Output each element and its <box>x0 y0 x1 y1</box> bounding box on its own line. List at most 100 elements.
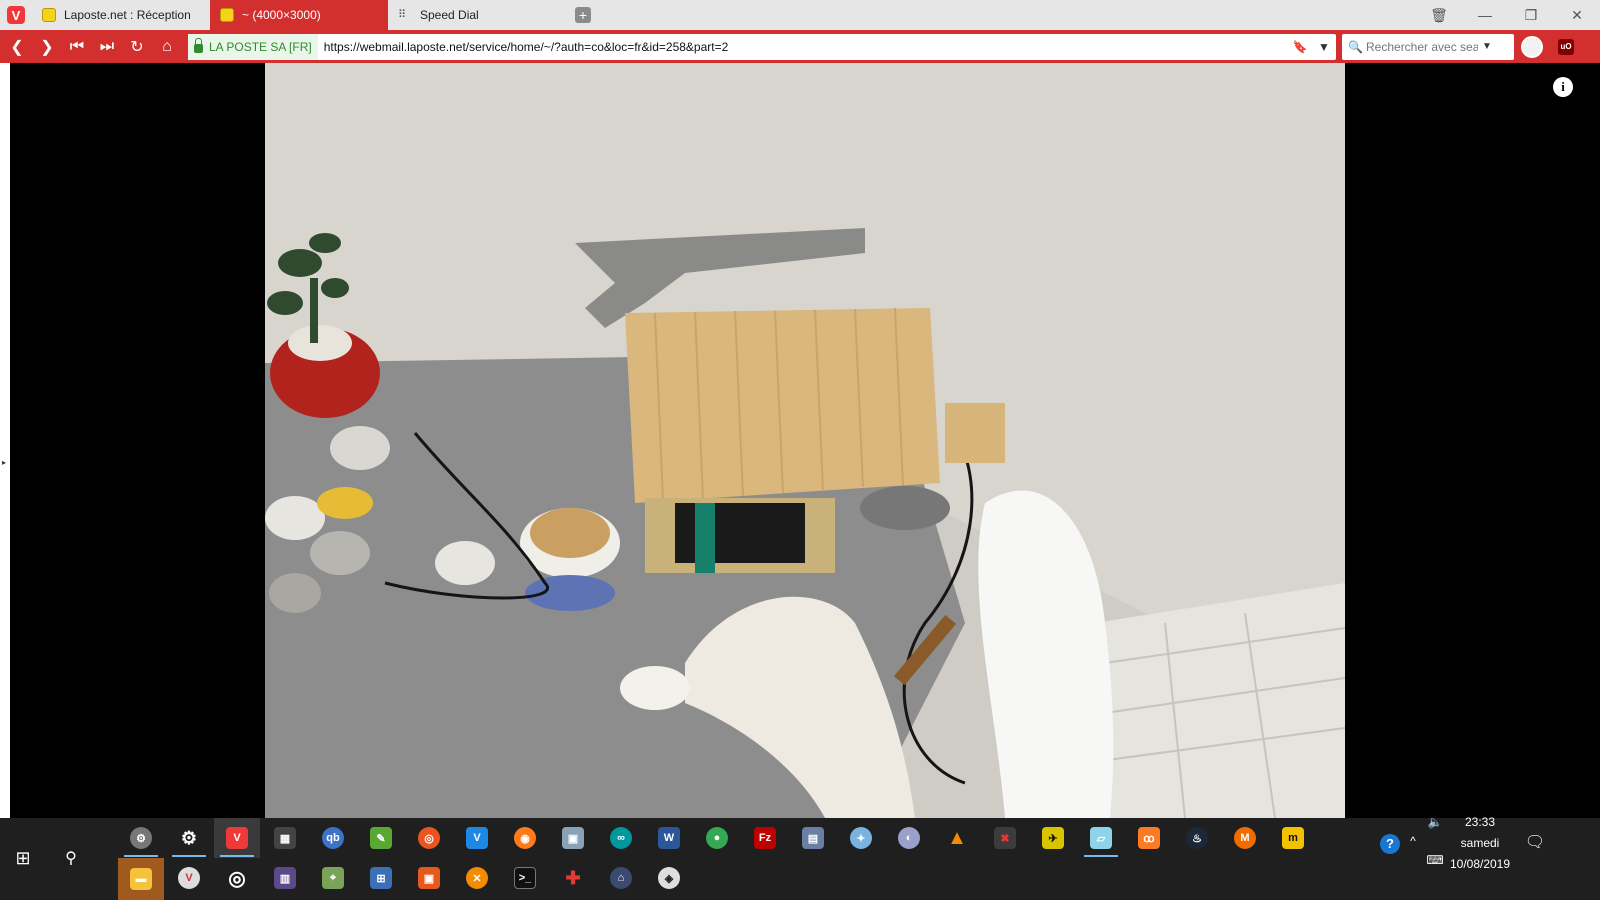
clock-time[interactable]: 23:33 <box>1452 815 1508 829</box>
taskbar-app-gamepad[interactable]: ✚ <box>550 858 596 898</box>
reload-button[interactable]: ↻ <box>122 30 152 63</box>
taskbar-app-x-game[interactable]: ✕ <box>454 858 500 898</box>
books-icon: ▥ <box>274 867 296 889</box>
info-button[interactable]: i <box>1553 77 1573 97</box>
tab-image[interactable]: ~ (4000×3000) <box>210 0 388 30</box>
fast-forward-button[interactable]: ⏭ <box>92 30 122 63</box>
taskbar-app-gear[interactable]: ⚙ <box>166 818 212 858</box>
vivaldi-icon: V <box>7 6 25 24</box>
taskbar-app-ubuntu[interactable]: ◎ <box>406 818 452 858</box>
url-field[interactable]: LA POSTE SA [FR] https://webmail.laposte… <box>188 33 1336 60</box>
taskbar-app-settings[interactable]: ⚙ <box>118 818 164 858</box>
avatar-icon <box>1521 35 1543 58</box>
taskbar-app-paint[interactable]: ✦ <box>838 818 884 858</box>
panel-toggle-icon[interactable]: ▸ <box>2 458 6 467</box>
taskbar-app-notebook[interactable]: ▱ <box>1078 818 1124 858</box>
home-button[interactable]: ⌂ <box>152 30 182 63</box>
chevron-down-icon[interactable]: ▼ <box>1312 40 1336 54</box>
taskbar-app-editor[interactable]: ▤ <box>790 818 836 858</box>
network-tray-icon[interactable]: ⌨ <box>1423 853 1447 867</box>
profile-button[interactable] <box>1514 35 1550 58</box>
search-field[interactable]: 🔍 ▼ <box>1342 33 1514 60</box>
xplane-icon: ✈ <box>1042 827 1064 849</box>
back-button[interactable]: ❮ <box>2 30 32 63</box>
rewind-icon: ⏮ <box>69 37 85 55</box>
unity-icon: ◈ <box>658 867 680 889</box>
taskbar-app-books[interactable]: ▥ <box>262 858 308 898</box>
certificate-badge[interactable]: LA POSTE SA [FR] <box>188 33 318 60</box>
restore-icon: ❐ <box>1524 6 1538 23</box>
taskbar-app-media[interactable]: ▣ <box>406 858 452 898</box>
folder-icon: ▬ <box>130 868 152 890</box>
taskbar-app-target[interactable]: ◎ <box>214 858 260 898</box>
taskbar-app-word[interactable]: W <box>646 818 692 858</box>
vivaldi-menu-button[interactable]: V <box>0 0 32 30</box>
taskbar-app-notepad[interactable]: ✎ <box>358 818 404 858</box>
taskbar-app-firefox[interactable]: ◉ <box>502 818 548 858</box>
laposte-icon <box>42 8 56 22</box>
taskbar-app-filezilla[interactable]: Fz <box>742 818 788 858</box>
taskbar-app-chrome[interactable]: ● <box>694 818 740 858</box>
search-button[interactable]: ⚲ <box>48 838 94 878</box>
help-icon[interactable]: ? <box>1375 832 1405 854</box>
taskbar-app-calculator[interactable]: ▦ <box>262 818 308 858</box>
taskbar-app-qbittorrent[interactable]: qb <box>310 818 356 858</box>
taskbar-app-vscode[interactable]: V <box>454 818 500 858</box>
taskbar-app-explorer[interactable]: ▬ <box>118 858 164 900</box>
taskbar-app-dvd[interactable]: ◐ <box>886 818 932 858</box>
minimize-button[interactable]: — <box>1462 0 1508 30</box>
search-input[interactable] <box>1366 39 1478 54</box>
taskbar-app-xampp[interactable]: ꝏ <box>1126 818 1172 858</box>
new-tab-button[interactable]: + <box>566 0 600 30</box>
search-icon: ⚲ <box>65 850 77 867</box>
taskbar-app-unity[interactable]: ◈ <box>646 858 692 898</box>
taskbar-app-vivaldi[interactable]: V <box>214 818 260 858</box>
taskbar-app-launcher[interactable]: ⌂ <box>598 858 644 898</box>
panel-toggle-strip[interactable] <box>0 63 10 818</box>
notifications-icon[interactable]: 🗨 <box>1520 832 1550 852</box>
xampp-icon: ꝏ <box>1138 827 1160 849</box>
notepad-icon: ✎ <box>370 827 392 849</box>
close-button[interactable]: ✕ <box>1554 0 1600 30</box>
taskbar: ⊞ ⚲ ⚙ ⚙ V ▦ qb ✎ ◎ V ◉ ▣ ∞ W ● Fz ▤ ✦ ◐ … <box>0 815 1600 900</box>
taskbar-app-vivaldi-alt[interactable]: V <box>166 858 212 898</box>
chevron-up-icon[interactable]: ^ <box>1403 834 1423 848</box>
certificate-label: LA POSTE SA [FR] <box>209 39 312 54</box>
taskbar-app-photos[interactable]: ▣ <box>550 818 596 858</box>
steam-icon: ♨ <box>1186 827 1208 849</box>
forward-button[interactable]: ❯ <box>32 30 62 63</box>
taskbar-app-steam[interactable]: ♨ <box>1174 818 1220 858</box>
taskbar-app-network[interactable]: ⊞ <box>358 858 404 898</box>
trash-icon: 🗑 <box>1430 6 1448 23</box>
photos-icon: ▣ <box>562 827 584 849</box>
trash-button[interactable]: 🗑 <box>1416 0 1462 30</box>
taskbar-app-tool-x[interactable]: ✖ <box>982 818 1028 858</box>
paint-icon: ✦ <box>850 827 872 849</box>
taskbar-app-xplane[interactable]: ✈ <box>1030 818 1076 858</box>
taskbar-app-map[interactable]: ⌖ <box>310 858 356 898</box>
restore-button[interactable]: ❐ <box>1508 0 1554 30</box>
clock-day[interactable]: samedi <box>1452 836 1508 850</box>
address-bar: ❮ ❯ ⏮ ⏭ ↻ ⌂ LA POSTE SA [FR] https://web… <box>0 30 1600 63</box>
rewind-button[interactable]: ⏮ <box>62 30 92 63</box>
editor-icon: ▤ <box>802 827 824 849</box>
notebook-icon: ▱ <box>1090 827 1112 849</box>
volume-icon[interactable]: 🔈 <box>1423 815 1447 829</box>
chevron-down-icon[interactable]: ▼ <box>1478 41 1496 52</box>
bookmark-icon[interactable]: 🔖 <box>1288 40 1312 54</box>
taskbar-app-arduino[interactable]: ∞ <box>598 818 644 858</box>
tab-speed-dial[interactable]: ⠿ Speed Dial <box>388 0 566 30</box>
taskbar-app-vlc[interactable]: ▲ <box>934 818 980 858</box>
target-icon: ◎ <box>228 867 246 890</box>
clock-date[interactable]: 10/08/2019 <box>1446 857 1514 871</box>
tab-laposte[interactable]: Laposte.net : Réception <box>32 0 210 30</box>
taskbar-app-cloud[interactable]: M <box>1222 818 1268 858</box>
taskbar-app-latex[interactable]: m <box>1270 818 1316 858</box>
url-text[interactable]: https://webmail.laposte.net/service/home… <box>318 40 1288 54</box>
ublock-button[interactable]: uO <box>1550 38 1582 55</box>
start-button[interactable]: ⊞ <box>0 838 46 878</box>
tab-label: Speed Dial <box>420 8 479 22</box>
launcher-icon: ⌂ <box>610 867 632 889</box>
taskbar-app-terminal[interactable]: >_ <box>502 858 548 898</box>
photo-illustration <box>265 63 1345 818</box>
